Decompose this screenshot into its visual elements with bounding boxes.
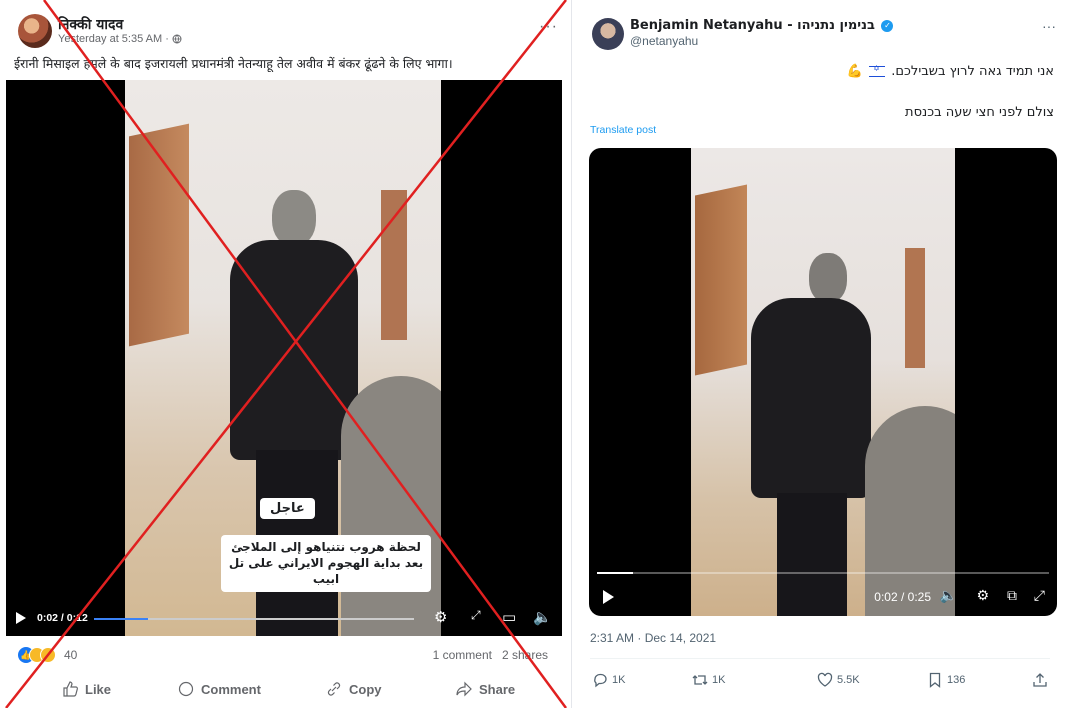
foreground-blur xyxy=(865,406,955,616)
author-avatar[interactable] xyxy=(592,18,624,50)
share-button[interactable]: Share xyxy=(456,681,515,697)
display-name: Benjamin Netanyahu - בנימין נתניהו xyxy=(630,18,875,33)
author-name[interactable]: Benjamin Netanyahu - בנימין נתניהו ✓ xyxy=(630,18,894,33)
like-label: Like xyxy=(85,681,112,697)
x-post: Benjamin Netanyahu - בנימין נתניהו ✓ @ne… xyxy=(574,0,1066,708)
foreground-blur xyxy=(341,376,441,636)
video-time: 0:02 / 0:25 xyxy=(874,590,931,604)
video-caption: لحظة هروب نتنياهو إلى الملاجئ بعد بداية … xyxy=(221,535,431,592)
comments-shares: 1 comment 2 shares xyxy=(433,648,548,662)
hallway-door xyxy=(129,123,189,347)
man-walking xyxy=(731,253,871,616)
post-date[interactable]: 2:31 AM · Dec 14, 2021 xyxy=(590,631,716,645)
video-seekbar[interactable] xyxy=(94,618,414,620)
hallway-door-far xyxy=(905,248,925,368)
repost-button[interactable]: 1K xyxy=(692,672,725,688)
video-progress xyxy=(597,572,634,574)
copy-button[interactable]: Copy xyxy=(326,681,382,697)
volume-icon[interactable]: 🔈 xyxy=(940,588,957,604)
divider xyxy=(590,658,1050,659)
share-button[interactable] xyxy=(1032,672,1048,688)
israel-flag-icon xyxy=(869,64,886,77)
repost-icon xyxy=(692,675,708,685)
video-frame: عاجل لحظة هروب نتنياهو إلى الملاجئ بعد ب… xyxy=(125,80,441,636)
fullscreen-icon[interactable]: ⤢ xyxy=(1034,588,1045,604)
video-frame xyxy=(691,148,955,616)
share-count[interactable]: 2 shares xyxy=(502,648,548,662)
breaking-badge: عاجل xyxy=(260,498,315,519)
comment-bubble-icon xyxy=(178,681,194,697)
picture-in-picture-icon[interactable]: ⧉ xyxy=(1007,588,1017,604)
post-text: ईरानी मिसाइल हमले के बाद इजरायली प्रधानम… xyxy=(14,56,453,71)
video-controls: 0:02 / 0:12 ⚙ ⤢ ▭ 🔈 xyxy=(6,602,562,636)
author-handle[interactable]: @netanyahu xyxy=(630,34,698,48)
comment-button[interactable]: Comment xyxy=(178,681,261,697)
man-head xyxy=(809,253,847,303)
like-button[interactable]: 5.5K xyxy=(817,672,860,688)
translate-post-link[interactable]: Translate post xyxy=(590,124,656,136)
reply-icon xyxy=(594,673,607,688)
play-icon[interactable] xyxy=(603,590,614,604)
video-player[interactable]: عاجل لحظة هروب نتنياهو إلى الملاجئ بعد ب… xyxy=(6,80,562,636)
picture-in-picture-icon[interactable]: ▭ xyxy=(502,608,516,626)
author-name[interactable]: निक्की यादव xyxy=(58,15,123,34)
post-timestamp[interactable]: Yesterday at 5:35 AM · xyxy=(58,33,182,45)
man-head xyxy=(272,190,316,246)
reply-button[interactable]: 1K xyxy=(592,672,625,688)
post-text-line-1: אני תמיד גאה לרוץ בשבילכם. 💪 xyxy=(847,64,1054,79)
comment-count[interactable]: 1 comment xyxy=(433,648,492,662)
like-count: 5.5K xyxy=(837,674,860,686)
share-upload-icon xyxy=(1033,673,1047,687)
wow-reaction-icon xyxy=(40,647,56,663)
expand-icon[interactable]: ⤢ xyxy=(471,608,481,623)
copy-label: Copy xyxy=(349,681,382,697)
hallway-door-far xyxy=(381,190,407,340)
post-actions: Like Comment Copy Share xyxy=(18,676,558,702)
man-jacket xyxy=(751,298,871,498)
share-label: Share xyxy=(479,681,516,697)
post-header: निक्की यादव Yesterday at 5:35 AM · ··· xyxy=(18,14,558,50)
author-avatar[interactable] xyxy=(18,14,52,48)
bookmark-icon xyxy=(929,672,941,688)
bookmark-button[interactable]: 136 xyxy=(927,672,965,688)
bookmark-count: 136 xyxy=(947,674,966,686)
post-text-line-2: צולם לפני חצי שעה בכנסת xyxy=(905,105,1054,120)
more-options-button[interactable]: ··· xyxy=(539,18,558,36)
post-actions: 1K 1K 5.5K 136 xyxy=(592,670,1052,692)
post-text-hebrew: אני תמיד גאה לרוץ בשבילכם. xyxy=(891,64,1054,79)
more-options-button[interactable]: ··· xyxy=(1042,18,1056,34)
reactions-bar: 👍 40 1 comment 2 shares xyxy=(18,646,558,666)
facebook-post: निक्की यादव Yesterday at 5:35 AM · ··· ई… xyxy=(0,0,572,708)
man-legs xyxy=(777,493,847,616)
reply-count: 1K xyxy=(612,674,626,686)
reaction-icons[interactable]: 👍 xyxy=(18,647,62,663)
verified-badge-icon: ✓ xyxy=(881,19,894,32)
timestamp-text: Yesterday at 5:35 AM · xyxy=(58,33,172,45)
man-jacket xyxy=(230,240,358,460)
settings-icon[interactable]: ⚙ xyxy=(434,608,447,626)
settings-icon[interactable]: ⚙ xyxy=(976,588,989,604)
share-arrow-icon xyxy=(456,681,472,697)
video-progress xyxy=(94,618,149,620)
thumbs-up-icon xyxy=(63,681,78,697)
comment-label: Comment xyxy=(201,681,261,697)
video-player[interactable]: 0:02 / 0:25 🔈 ⚙ ⧉ ⤢ xyxy=(589,148,1057,616)
video-seekbar[interactable] xyxy=(597,572,1049,574)
play-icon[interactable] xyxy=(16,612,26,624)
repost-count: 1K xyxy=(712,674,726,686)
link-icon xyxy=(327,682,341,696)
like-button[interactable]: Like xyxy=(62,681,111,697)
globe-icon xyxy=(172,34,182,44)
heart-icon xyxy=(817,672,833,687)
reaction-count[interactable]: 40 xyxy=(64,648,77,662)
flexed-biceps-icon: 💪 xyxy=(846,64,864,79)
video-time: 0:02 / 0:12 xyxy=(37,612,88,624)
volume-icon[interactable]: 🔈 xyxy=(533,608,552,626)
